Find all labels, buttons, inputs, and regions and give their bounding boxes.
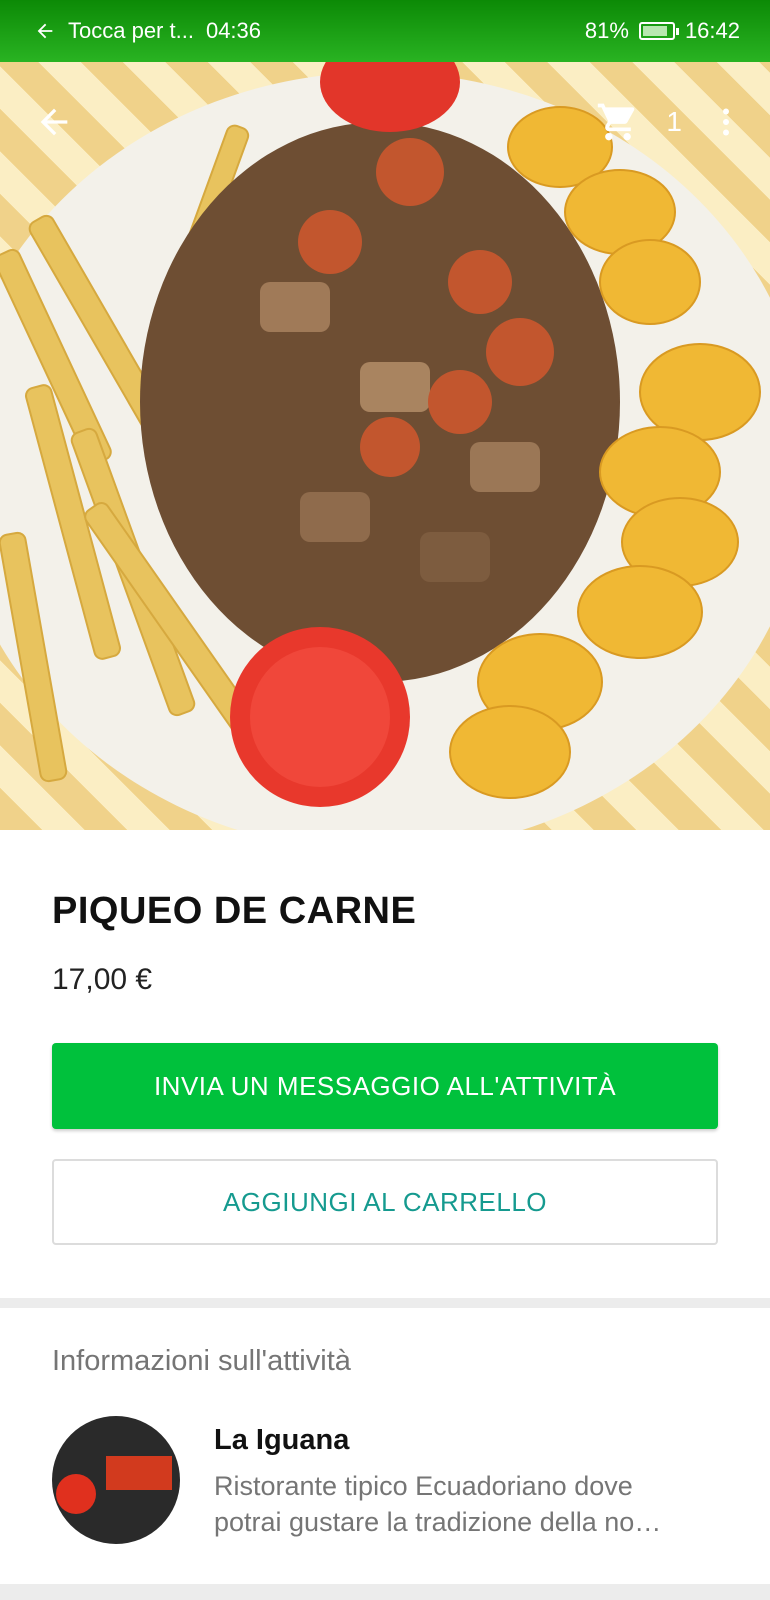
cart-icon[interactable]	[596, 100, 640, 144]
bottom-divider	[0, 1584, 770, 1600]
status-bar: Tocca per t... 04:36 81% 16:42	[0, 0, 770, 62]
product-details: PIQUEO DE CARNE 17,00 € INVIA UN MESSAGG…	[52, 830, 718, 1245]
add-to-cart-button[interactable]: AGGIUNGI AL CARRELLO	[52, 1159, 718, 1245]
battery-icon	[638, 22, 679, 40]
back-arrow-small-icon	[37, 23, 53, 39]
business-card[interactable]: La Iguana Ristorante tipico Ecuadoriano …	[52, 1416, 732, 1544]
back-arrow-icon[interactable]	[34, 102, 74, 142]
message-business-button[interactable]: INVIA UN MESSAGGIO ALL'ATTIVITÀ	[52, 1043, 718, 1129]
product-title: PIQUEO DE CARNE	[52, 890, 417, 932]
battery-level: 81%	[584, 18, 629, 43]
app-bar: 1	[0, 62, 770, 182]
section-divider	[0, 1298, 770, 1308]
cart-count: 1	[666, 106, 682, 137]
business-avatar	[52, 1416, 180, 1544]
business-name: La Iguana	[214, 1424, 350, 1456]
business-description: Ristorante tipico Ecuadoriano dove potra…	[214, 1471, 662, 1537]
more-options-icon[interactable]	[708, 104, 744, 140]
product-price: 17,00 €	[52, 963, 153, 996]
business-info-heading: Informazioni sull'attività	[52, 1345, 351, 1377]
business-info-section: Informazioni sull'attività La Iguana Ris…	[52, 1345, 732, 1544]
notification-text[interactable]: Tocca per t...	[68, 18, 194, 44]
call-timer: 04:36	[205, 18, 262, 43]
clock: 16:42	[684, 18, 740, 43]
